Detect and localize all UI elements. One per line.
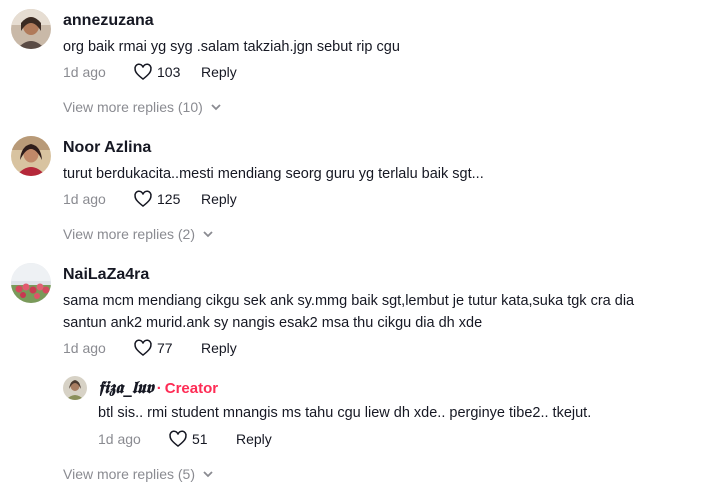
- reply-button[interactable]: Reply: [201, 191, 237, 207]
- comment-text: org baik rmai yg syg .salam takziah.jgn …: [63, 39, 400, 55]
- avatar[interactable]: [63, 376, 87, 400]
- reply-button[interactable]: Reply: [201, 64, 237, 80]
- comment-username[interactable]: annezuzana: [63, 12, 154, 30]
- comment-meta: 1d ago 77 Reply: [63, 338, 237, 358]
- comment-meta: 1d ago 103 Reply: [63, 62, 237, 82]
- avatar[interactable]: [11, 9, 51, 49]
- chevron-down-icon: [203, 231, 213, 238]
- reply-header: 𝖋𝖎𝖟𝖆_𝖑𝖚𝖛 · Creator: [98, 378, 218, 398]
- creator-badge: Creator: [164, 380, 219, 397]
- view-more-replies-label: View more replies (5): [63, 466, 196, 482]
- like-count: 103: [157, 64, 181, 80]
- like-count: 77: [157, 340, 173, 356]
- like-button[interactable]: 51: [168, 429, 236, 449]
- view-more-replies-label: View more replies (2): [63, 226, 196, 242]
- heart-icon: [134, 63, 152, 81]
- view-more-replies-label: View more replies (10): [63, 99, 203, 115]
- reply-button[interactable]: Reply: [236, 431, 272, 447]
- heart-icon: [169, 430, 187, 448]
- comment-time: 1d ago: [63, 64, 106, 80]
- view-more-replies[interactable]: View more replies (5): [63, 466, 215, 482]
- comment-text-line-2: santun ank2 murid.ank sy nangis esak2 ms…: [63, 315, 483, 331]
- avatar[interactable]: [11, 263, 51, 303]
- like-count: 125: [157, 191, 181, 207]
- heart-icon: [134, 190, 152, 208]
- comment-time: 1d ago: [63, 191, 106, 207]
- reply-text: btl sis.. rmi student mnangis ms tahu cg…: [98, 405, 592, 421]
- comment-meta: 1d ago 125 Reply: [63, 189, 237, 209]
- reply-username[interactable]: 𝖋𝖎𝖟𝖆_𝖑𝖚𝖛: [98, 378, 154, 398]
- comment-time: 1d ago: [63, 340, 106, 356]
- heart-icon: [134, 339, 152, 357]
- view-more-replies[interactable]: View more replies (2): [63, 226, 215, 242]
- comment-text-line-1: sama mcm mendiang cikgu sek ank sy.mmg b…: [63, 293, 635, 309]
- comment-text: turut berdukacita..mesti mendiang seorg …: [63, 166, 484, 182]
- chevron-down-icon: [211, 104, 221, 111]
- like-button[interactable]: 103: [133, 62, 201, 82]
- view-more-replies[interactable]: View more replies (10): [63, 99, 223, 115]
- reply-button[interactable]: Reply: [201, 340, 237, 356]
- separator-dot: ·: [156, 380, 162, 397]
- like-button[interactable]: 125: [133, 189, 201, 209]
- like-count: 51: [192, 431, 208, 447]
- chevron-down-icon: [203, 471, 213, 478]
- reply-time: 1d ago: [98, 431, 141, 447]
- comment-username[interactable]: NaiLaZa4ra: [63, 266, 149, 284]
- like-button[interactable]: 77: [133, 338, 201, 358]
- comment-username[interactable]: Noor Azlina: [63, 139, 151, 157]
- reply-meta: 1d ago 51 Reply: [98, 429, 272, 449]
- avatar[interactable]: [11, 136, 51, 176]
